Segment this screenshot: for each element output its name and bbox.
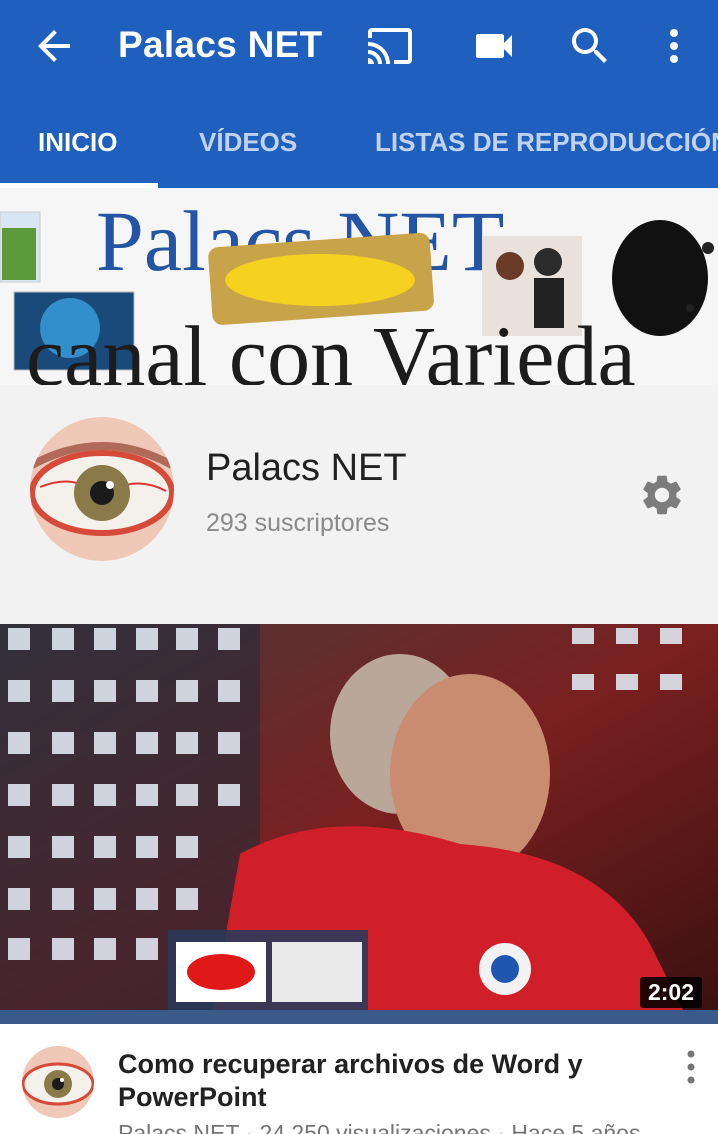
back-arrow-icon[interactable] bbox=[30, 22, 78, 70]
video-title[interactable]: Como recuperar archivos de Word y PowerP… bbox=[118, 1048, 658, 1114]
video-meta: Como recuperar archivos de Word y PowerP… bbox=[0, 1024, 718, 1134]
channel-avatar[interactable] bbox=[30, 417, 174, 561]
tab-bar: INICIO VÍDEOS LISTAS DE REPRODUCCIÓN bbox=[0, 100, 718, 188]
subscriber-count: 293 suscriptores bbox=[206, 509, 390, 537]
tab-videos[interactable]: VÍDEOS bbox=[199, 100, 297, 188]
cast-icon[interactable] bbox=[366, 22, 414, 70]
videocam-icon[interactable] bbox=[470, 22, 518, 70]
tab-inicio[interactable]: INICIO bbox=[38, 100, 117, 188]
app-bar: Palacs NET INICIO VÍDEOS LISTAS DE REPRO… bbox=[0, 0, 718, 188]
channel-banner: Palacs NET canal con Varieda bbox=[0, 188, 718, 385]
video-subtitle: Palacs NET · 24.250 visualizaciones · Ha… bbox=[118, 1120, 641, 1134]
settings-gear-icon[interactable] bbox=[638, 471, 686, 519]
channel-name: Palacs NET bbox=[206, 447, 407, 489]
video-more-vert-icon[interactable] bbox=[676, 1048, 706, 1092]
app-title: Palacs NET bbox=[118, 24, 323, 65]
channel-header: Palacs NET 293 suscriptores bbox=[0, 385, 718, 624]
more-vert-icon[interactable] bbox=[650, 22, 698, 70]
banner-art: Palacs NET canal con Varieda bbox=[0, 188, 718, 385]
tab-listas[interactable]: LISTAS DE REPRODUCCIÓN bbox=[375, 100, 718, 188]
video-channel-avatar[interactable] bbox=[22, 1046, 94, 1118]
video-duration: 2:02 bbox=[639, 977, 702, 1008]
banner-line2: canal con Varieda bbox=[26, 308, 636, 385]
search-icon[interactable] bbox=[566, 22, 614, 70]
video-thumbnail[interactable]: 2:02 bbox=[0, 624, 718, 1024]
thumbnail-art bbox=[0, 624, 718, 1024]
